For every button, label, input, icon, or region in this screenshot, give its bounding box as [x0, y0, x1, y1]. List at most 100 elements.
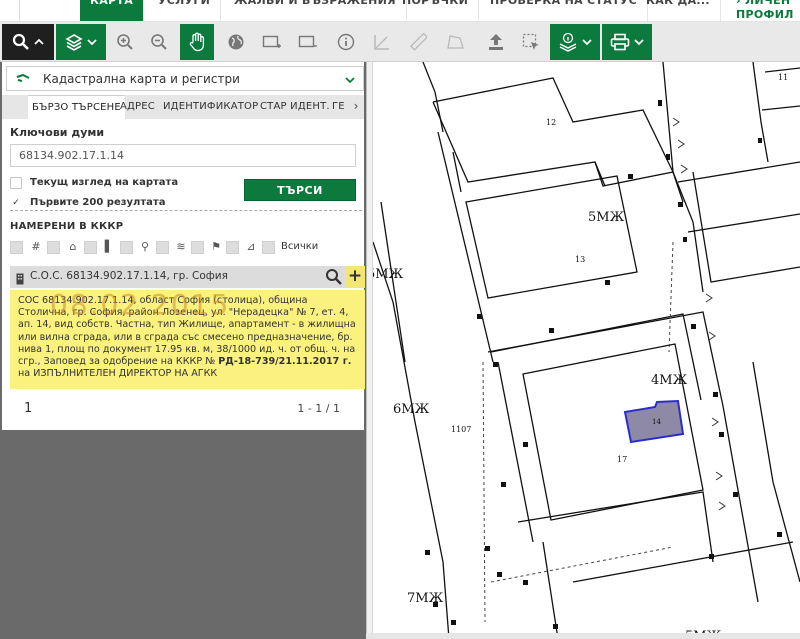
home-icon[interactable]: ⌂ [66, 240, 80, 254]
print-button[interactable] [602, 24, 652, 60]
divider [10, 210, 362, 211]
measure-ruler-button[interactable] [368, 24, 396, 60]
layers-icon [65, 33, 83, 51]
map-canvas[interactable]: 11 12 13 14 17 1107 5МЖ 4МЖ 6МЖ 7МЖ 5МЖ … [373, 62, 800, 639]
layers-tool-button[interactable] [56, 24, 106, 60]
measure-line-icon [409, 33, 427, 51]
search-icon [12, 33, 30, 51]
map-label-11: 11 [778, 73, 788, 82]
panel-splitter[interactable] [366, 62, 373, 639]
tab-address[interactable]: АДРЕС [120, 95, 155, 119]
layer-select-label: Кадастрална карта и регистри [43, 72, 240, 86]
map-bottom-bar [366, 633, 800, 639]
pager-page-number[interactable]: 1 [24, 401, 32, 416]
filter-checkbox[interactable] [84, 241, 97, 254]
info-icon [337, 33, 355, 51]
globe-icon [227, 33, 245, 51]
grid-icon[interactable]: # [29, 240, 43, 254]
nav-item-map[interactable]: КАРТА [80, 0, 145, 21]
search-panel: Кадастрална карта и регистри БЪРЗО ТЪРСЕ… [0, 62, 366, 639]
tab-quick-search[interactable]: БЪРЗО ТЪРСЕНЕ [28, 95, 125, 119]
map-label-1107: 1107 [451, 425, 471, 434]
add-area-button[interactable] [256, 24, 288, 60]
map-label-17: 17 [617, 455, 627, 464]
top-nav: КАРТА УСЛУГИ ЖАЛБИ И ВЪЗРАЖЕНИЯ ПОРЪЧКИ … [0, 0, 800, 22]
zoom-in-button[interactable] [110, 24, 140, 60]
tab-old-identifier[interactable]: СТАР ИДЕНТ. [260, 95, 330, 119]
chevron-down-icon [87, 38, 97, 46]
brand-logo [0, 0, 20, 21]
tab-more[interactable]: ГЕ [332, 95, 345, 119]
nav-item-profile[interactable]: › ЛИЧЕН ПРОФИЛ [726, 0, 800, 21]
zoom-out-button[interactable] [144, 24, 174, 60]
select-area-button[interactable] [516, 24, 546, 60]
search-button[interactable]: ТЪРСИ [244, 179, 356, 201]
map-label-4mzh: 4МЖ [651, 373, 688, 388]
filter-all-checkbox[interactable] [262, 241, 275, 254]
map-label-6mzh: 6МЖ [393, 402, 430, 417]
tabs-scroll-right-button[interactable]: › [348, 95, 364, 119]
map-label-12: 12 [546, 118, 556, 127]
remove-area-button[interactable] [292, 24, 324, 60]
first200-checkbox[interactable]: ✓ [10, 197, 22, 209]
layer-info-icon [558, 32, 578, 52]
measure-polygon-icon [445, 33, 465, 51]
map-label-13: 13 [575, 255, 585, 264]
add-result-button[interactable]: + [345, 266, 365, 288]
print-icon [610, 33, 630, 51]
building-icon [16, 270, 24, 289]
zoom-in-icon [116, 33, 134, 51]
layers-icon[interactable]: ≋ [174, 240, 188, 254]
filter-checkbox[interactable] [226, 241, 239, 254]
filter-checkbox[interactable] [10, 241, 23, 254]
upload-icon [486, 32, 506, 52]
search-tool-button[interactable] [2, 24, 54, 60]
select-area-icon [522, 33, 540, 51]
map-label-5mzh-left: 5МЖ [373, 267, 404, 282]
result-header[interactable]: С.О.С. 68134.902.17.1.14, гр. София + [10, 266, 365, 288]
info-button[interactable] [332, 24, 360, 60]
keywords-input[interactable] [10, 144, 356, 167]
filter-checkbox[interactable] [156, 241, 169, 254]
layer-select-icon [16, 73, 30, 88]
measure-ruler-icon [373, 33, 391, 51]
app-root: КАРТА УСЛУГИ ЖАЛБИ И ВЪЗРАЖЕНИЯ ПОРЪЧКИ … [0, 0, 800, 639]
building-icon[interactable]: ▌ [102, 240, 116, 254]
map-label-5mzh: 5МЖ [588, 210, 625, 225]
measure-line-button[interactable] [404, 24, 432, 60]
chevron-down-icon [634, 38, 644, 46]
first200-label: Първите 200 резултата [30, 197, 166, 208]
results-title: НАМЕРЕНИ В КККР [10, 221, 124, 232]
filter-checkbox[interactable] [47, 241, 60, 254]
search-tabs: БЪРЗО ТЪРСЕНЕ АДРЕС ИДЕНТИФИКАТОР СТАР И… [2, 95, 364, 119]
layer-select[interactable]: Кадастрална карта и регистри [6, 66, 364, 91]
zoom-to-result-icon[interactable] [325, 268, 343, 286]
nav-item-services[interactable]: УСЛУГИ [148, 0, 222, 21]
flag-icon[interactable]: ⚑ [209, 240, 223, 254]
map-label-14: 14 [652, 418, 661, 426]
cadastral-map[interactable]: 11 12 13 14 17 1107 5МЖ 4МЖ 6МЖ 7МЖ 5МЖ … [373, 62, 800, 639]
globe-button[interactable] [222, 24, 250, 60]
search-panel-content: Кадастрална карта и регистри БЪРЗО ТЪРСЕ… [2, 62, 365, 430]
chevron-down-icon [345, 73, 355, 87]
pin-icon[interactable]: ⚲ [138, 240, 152, 254]
measure-polygon-button[interactable] [440, 24, 470, 60]
filter-checkbox[interactable] [191, 241, 204, 254]
result-issuer: на ИЗПЪЛНИТЕЛЕН ДИРЕКТОР НА АГКК [18, 368, 218, 380]
tab-identifier[interactable]: ИДЕНТИФИКАТОР [163, 95, 258, 119]
current-view-label: Текущ изглед на картата [30, 177, 179, 188]
polygon-icon[interactable]: ⊿ [244, 240, 258, 254]
upload-button[interactable] [480, 24, 512, 60]
nav-item-orders[interactable]: ПОРЪЧКИ [392, 0, 480, 21]
pan-tool-button[interactable] [180, 24, 214, 60]
filter-checkbox[interactable] [120, 241, 133, 254]
result-title: С.О.С. 68134.902.17.1.14, гр. София [30, 270, 228, 282]
nav-item-status-check[interactable]: ПРОВЕРКА НА СТАТУС [480, 0, 649, 21]
nav-item-how-to[interactable]: КАК ДА... [636, 0, 721, 21]
chevron-down-icon [582, 38, 592, 46]
nav-item-complaints[interactable]: ЖАЛБИ И ВЪЗРАЖЕНИЯ [224, 0, 407, 21]
current-view-checkbox[interactable] [10, 177, 22, 189]
remove-area-icon [298, 34, 318, 50]
layer-info-button[interactable] [550, 24, 600, 60]
result-filters: # ⌂ ▌ ⚲ ≋ ⚑ ⊿ Всички [10, 240, 360, 256]
